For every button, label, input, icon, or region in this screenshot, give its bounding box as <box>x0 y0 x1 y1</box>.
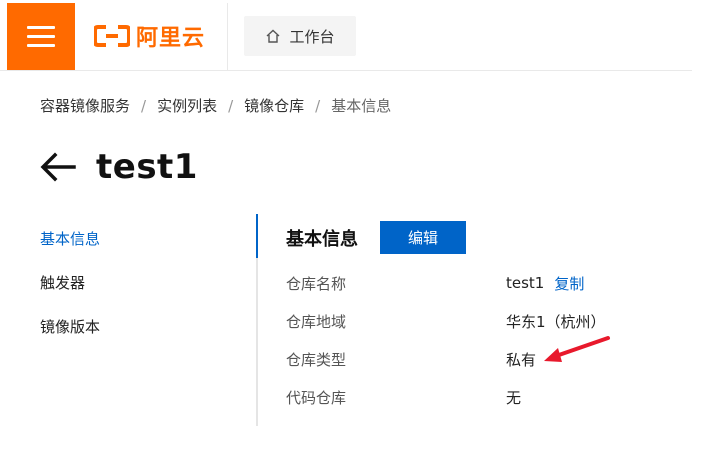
info-row-code-repo: 代码仓库 无 <box>286 385 521 409</box>
repo-name-value: test1 <box>506 274 545 292</box>
top-bar: 阿里云 工作台 <box>0 0 692 71</box>
workbench-button[interactable]: 工作台 <box>244 16 356 56</box>
sidenav-divider <box>256 214 258 426</box>
breadcrumb-item[interactable]: 实例列表 <box>157 95 217 116</box>
breadcrumb-item[interactable]: 镜像仓库 <box>244 95 304 116</box>
menu-icon-bar <box>27 26 55 29</box>
info-row-repo-name: 仓库名称 test1 复制 <box>286 271 584 295</box>
sidenav-active-indicator <box>256 214 258 258</box>
menu-button[interactable] <box>7 3 75 70</box>
aliyun-logo-icon <box>94 25 130 47</box>
aliyun-logo[interactable]: 阿里云 <box>94 22 206 51</box>
breadcrumb-item[interactable]: 容器镜像服务 <box>40 95 130 116</box>
copy-link[interactable]: 复制 <box>554 273 584 294</box>
breadcrumb-separator: / <box>315 96 321 115</box>
breadcrumb: 容器镜像服务 / 实例列表 / 镜像仓库 / 基本信息 <box>40 95 391 116</box>
info-label: 仓库地域 <box>286 312 347 331</box>
breadcrumb-separator: / <box>228 96 234 115</box>
side-nav: 基本信息 触发器 镜像版本 <box>40 222 250 354</box>
code-repo-value: 无 <box>506 388 522 407</box>
sidenav-item-triggers[interactable]: 触发器 <box>40 266 250 310</box>
breadcrumb-current: 基本信息 <box>331 97 392 115</box>
annotation-arrow-icon <box>544 336 610 362</box>
menu-icon-bar <box>27 44 55 47</box>
breadcrumb-separator: / <box>141 96 147 115</box>
topbar-divider <box>227 3 228 70</box>
info-row-repo-type: 仓库类型 私有 <box>286 347 536 371</box>
back-arrow-icon[interactable] <box>40 152 76 182</box>
info-value: test1 复制 <box>506 273 584 294</box>
page-title: test1 <box>96 147 198 187</box>
menu-icon-bar <box>27 35 55 38</box>
repo-type-value: 私有 <box>506 350 537 369</box>
logo-text: 阿里云 <box>136 26 206 51</box>
info-label: 仓库名称 <box>286 274 347 293</box>
sidenav-item-image-versions[interactable]: 镜像版本 <box>40 310 250 354</box>
info-label: 代码仓库 <box>286 388 347 407</box>
page-header: test1 <box>40 145 198 189</box>
region-value: 华东1（杭州） <box>506 312 606 331</box>
edit-button[interactable]: 编辑 <box>380 221 466 254</box>
section-title: 基本信息 <box>286 228 358 250</box>
section-header: 基本信息 编辑 <box>286 221 466 254</box>
sidenav-item-basic-info[interactable]: 基本信息 <box>40 222 250 266</box>
workbench-label: 工作台 <box>289 27 335 46</box>
info-row-region: 仓库地域 华东1（杭州） <box>286 309 606 333</box>
home-icon <box>267 29 280 43</box>
info-label: 仓库类型 <box>286 350 347 369</box>
